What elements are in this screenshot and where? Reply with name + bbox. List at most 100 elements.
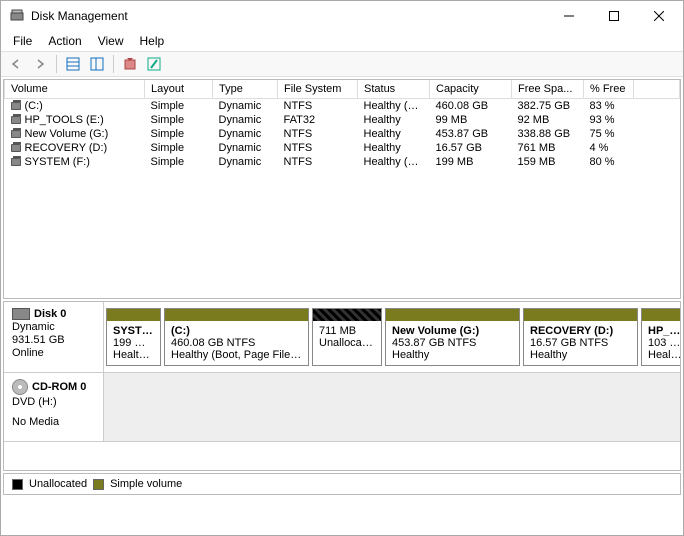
table-view-icon[interactable] (62, 53, 84, 75)
partition-body: RECOVERY (D:)16.57 GB NTFSHealthy (524, 321, 637, 365)
cell-status: Healthy (S... (358, 155, 430, 169)
partition[interactable]: HP_TOO103 MBHealthy (641, 308, 681, 366)
partition-status: Healthy ( (113, 349, 154, 361)
minimize-button[interactable] (546, 1, 591, 31)
partition[interactable]: RECOVERY (D:)16.57 GB NTFSHealthy (523, 308, 638, 366)
volume-icon (11, 144, 21, 152)
partition-bar (642, 309, 681, 321)
column-header[interactable]: % Free (584, 80, 634, 99)
volume-row[interactable]: HP_TOOLS (E:)SimpleDynamicFAT32Healthy99… (5, 113, 680, 127)
cell-type: Dynamic (213, 155, 278, 169)
partition-status: Healthy (392, 349, 513, 361)
partition-name: New Volume (G:) (392, 325, 513, 337)
volume-row[interactable]: New Volume (G:)SimpleDynamicNTFSHealthy4… (5, 127, 680, 141)
partitions: SYSTEM199 MB NHealthy ((C:)460.08 GB NTF… (104, 302, 681, 372)
column-header[interactable]: Status (358, 80, 430, 99)
help-icon[interactable] (143, 53, 165, 75)
partition[interactable]: 711 MBUnallocated (312, 308, 382, 366)
partition-name: RECOVERY (D:) (530, 325, 631, 337)
maximize-button[interactable] (591, 1, 636, 31)
menu-view[interactable]: View (90, 32, 132, 50)
volume-row[interactable]: SYSTEM (F:)SimpleDynamicNTFSHealthy (S..… (5, 155, 680, 169)
partition-status: Healthy (Boot, Page File, C (171, 349, 302, 361)
partition-status: Healthy (530, 349, 631, 361)
cell-capacity: 199 MB (430, 155, 512, 169)
column-header[interactable]: Capacity (430, 80, 512, 99)
volume-icon (11, 116, 21, 124)
column-header[interactable]: Volume (5, 80, 145, 99)
cell-pct: 83 % (584, 99, 634, 114)
volume-name: SYSTEM (F:) (5, 155, 145, 169)
cell-free: 338.88 GB (512, 127, 584, 141)
cell-fs: NTFS (278, 99, 358, 114)
partition-body: (C:)460.08 GB NTFSHealthy (Boot, Page Fi… (165, 321, 308, 365)
partition[interactable]: SYSTEM199 MB NHealthy ( (106, 308, 161, 366)
partition-body: SYSTEM199 MB NHealthy ( (107, 321, 160, 365)
cell-fs: NTFS (278, 127, 358, 141)
column-header[interactable]: Free Spa... (512, 80, 584, 99)
volume-name: New Volume (G:) (5, 127, 145, 141)
column-header[interactable]: File System (278, 80, 358, 99)
partition-bar (524, 309, 637, 321)
cell-free: 382.75 GB (512, 99, 584, 114)
partition-bar (165, 309, 308, 321)
graphical-view-icon[interactable] (86, 53, 108, 75)
disk-info[interactable]: Disk 0 Dynamic 931.51 GB Online (4, 302, 104, 372)
disk-row: Disk 0 Dynamic 931.51 GB Online SYSTEM19… (4, 302, 680, 373)
cell-free: 761 MB (512, 141, 584, 155)
cdrom-name: CD-ROM 0 (32, 381, 86, 393)
partition-bar (313, 309, 381, 321)
cell-layout: Simple (145, 113, 213, 127)
cell-layout: Simple (145, 127, 213, 141)
partition-status: Healthy (648, 349, 681, 361)
legend: Unallocated Simple volume (3, 473, 681, 495)
column-header[interactable] (634, 80, 680, 99)
disk-name: Disk 0 (34, 308, 66, 320)
volume-icon (11, 130, 21, 138)
cell-pct: 80 % (584, 155, 634, 169)
partition-size: 453.87 GB NTFS (392, 337, 513, 349)
menu-action[interactable]: Action (40, 32, 89, 50)
column-header[interactable]: Type (213, 80, 278, 99)
legend-swatch-simple (93, 479, 104, 490)
cell-capacity: 99 MB (430, 113, 512, 127)
cell-layout: Simple (145, 99, 213, 114)
partition-name: HP_TOO (648, 325, 681, 337)
menu-file[interactable]: File (5, 32, 40, 50)
cdrom-row: CD-ROM 0 DVD (H:) No Media (4, 373, 680, 442)
volume-name: RECOVERY (D:) (5, 141, 145, 155)
disk-state: Online (12, 347, 95, 359)
cell-capacity: 16.57 GB (430, 141, 512, 155)
cdrom-line1: DVD (H:) (12, 396, 95, 408)
partition[interactable]: New Volume (G:)453.87 GB NTFSHealthy (385, 308, 520, 366)
cell-layout: Simple (145, 155, 213, 169)
menubar: File Action View Help (1, 31, 683, 51)
cell-capacity: 453.87 GB (430, 127, 512, 141)
cell-status: Healthy (358, 127, 430, 141)
forward-icon[interactable] (29, 53, 51, 75)
cell-fs: NTFS (278, 155, 358, 169)
cell-layout: Simple (145, 141, 213, 155)
cdrom-info[interactable]: CD-ROM 0 DVD (H:) No Media (4, 373, 104, 441)
volume-name: HP_TOOLS (E:) (5, 113, 145, 127)
volume-row[interactable]: RECOVERY (D:)SimpleDynamicNTFSHealthy16.… (5, 141, 680, 155)
cell-type: Dynamic (213, 113, 278, 127)
cd-icon (12, 379, 28, 395)
menu-help[interactable]: Help (132, 32, 173, 50)
volume-row[interactable]: (C:)SimpleDynamicNTFSHealthy (B...460.08… (5, 99, 680, 114)
partition-size: 103 MB (648, 337, 681, 349)
column-header[interactable]: Layout (145, 80, 213, 99)
disk-size: 931.51 GB (12, 334, 95, 346)
close-button[interactable] (636, 1, 681, 31)
volume-list: VolumeLayoutTypeFile SystemStatusCapacit… (3, 79, 681, 299)
refresh-icon[interactable] (119, 53, 141, 75)
legend-simple: Simple volume (110, 478, 182, 490)
cell-type: Dynamic (213, 141, 278, 155)
partition-bar (107, 309, 160, 321)
back-icon[interactable] (5, 53, 27, 75)
partition[interactable]: (C:)460.08 GB NTFSHealthy (Boot, Page Fi… (164, 308, 309, 366)
cell-status: Healthy (358, 113, 430, 127)
partition-body: New Volume (G:)453.87 GB NTFSHealthy (386, 321, 519, 365)
volume-icon (11, 102, 21, 110)
partition-size: 16.57 GB NTFS (530, 337, 631, 349)
